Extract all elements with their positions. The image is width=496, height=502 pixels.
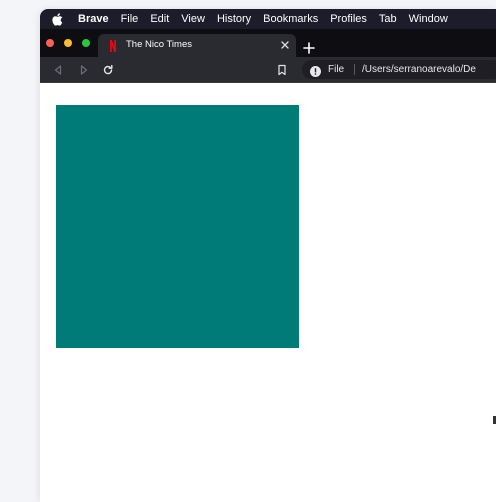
macos-menu-bar: Brave File Edit View History Bookmarks P…	[40, 9, 496, 29]
active-tab[interactable]: The Nico Times	[98, 34, 296, 57]
minimize-window-button[interactable]	[64, 39, 72, 47]
back-arrow-icon[interactable]	[52, 63, 64, 75]
menu-profiles[interactable]: Profiles	[324, 13, 373, 25]
zoom-window-button[interactable]	[82, 39, 90, 47]
teal-square	[56, 105, 299, 348]
page-viewport	[40, 83, 496, 502]
close-window-button[interactable]	[46, 39, 54, 47]
url-path[interactable]: /Users/serranoarevalo/De	[362, 64, 476, 75]
menu-edit[interactable]: Edit	[144, 13, 175, 25]
apple-icon[interactable]	[44, 12, 70, 26]
menu-file[interactable]: File	[115, 13, 145, 25]
reload-icon[interactable]	[102, 63, 114, 75]
menu-history[interactable]: History	[211, 13, 257, 25]
menu-tab[interactable]: Tab	[373, 13, 403, 25]
browser-window: Brave File Edit View History Bookmarks P…	[40, 9, 496, 502]
info-warning-icon[interactable]	[310, 64, 321, 77]
bookmark-icon[interactable]	[276, 63, 288, 76]
browser-toolbar: File /Users/serranoarevalo/De	[40, 57, 496, 83]
new-tab-plus-icon[interactable]	[303, 41, 315, 54]
tab-title: The Nico Times	[126, 39, 192, 50]
menu-window[interactable]: Window	[403, 13, 454, 25]
menu-bookmarks[interactable]: Bookmarks	[257, 13, 324, 25]
url-separator	[354, 64, 355, 75]
menu-app-name[interactable]: Brave	[70, 13, 115, 25]
forward-arrow-icon[interactable]	[78, 63, 90, 75]
address-bar[interactable]: File /Users/serranoarevalo/De	[302, 60, 496, 79]
tab-close-icon[interactable]	[279, 38, 291, 50]
netflix-n-icon	[110, 39, 116, 52]
menu-view[interactable]: View	[175, 13, 211, 25]
url-scheme-label: File	[328, 64, 345, 75]
tab-strip: The Nico Times	[40, 29, 496, 57]
